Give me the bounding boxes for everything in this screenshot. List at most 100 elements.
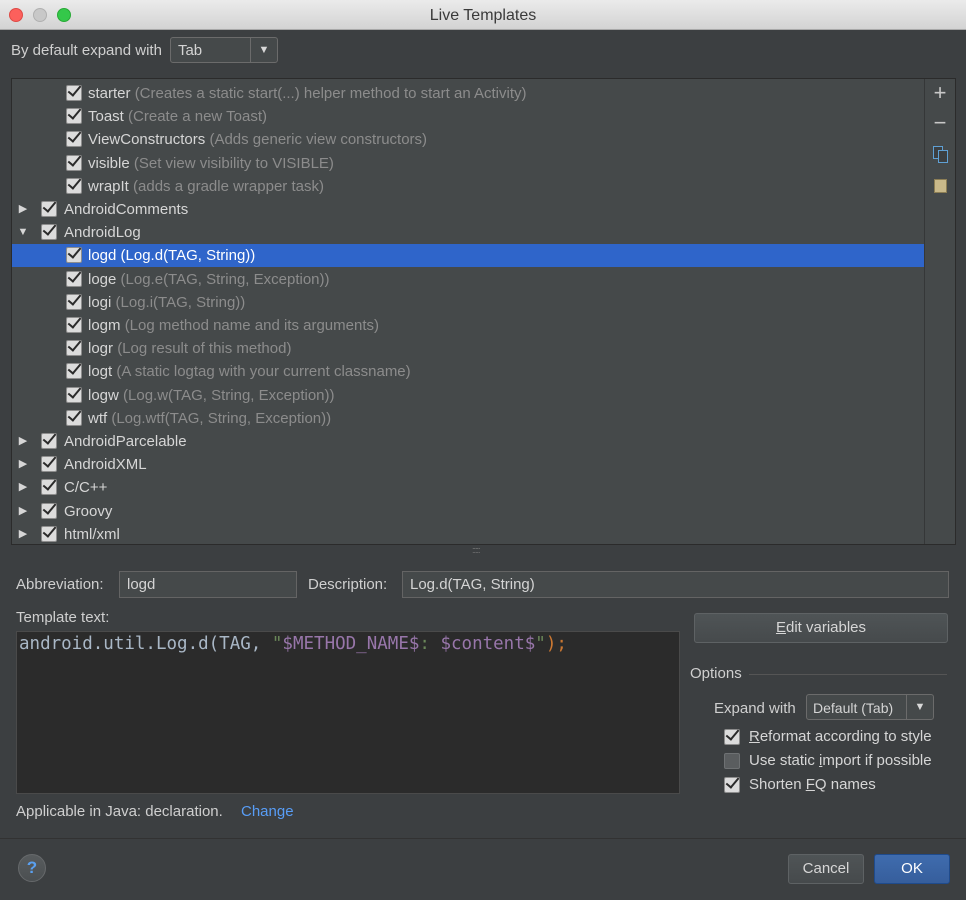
template-checkbox[interactable] (66, 85, 82, 101)
template-name: logw (Log.w(TAG, String, Exception)) (88, 384, 335, 407)
template-item[interactable]: wtf (Log.wtf(TAG, String, Exception)) (12, 407, 924, 430)
template-checkbox[interactable] (41, 224, 57, 241)
expand-arrow-icon[interactable]: ▶ (16, 198, 30, 221)
applicable-context-text: Applicable in Java: declaration. (16, 803, 223, 820)
template-checkbox[interactable] (41, 433, 57, 449)
template-group-icon[interactable] (930, 176, 950, 196)
template-name: Groovy (64, 500, 112, 523)
expand-with-select[interactable]: Default (Tab) ▼ (806, 694, 934, 720)
add-icon[interactable]: + (930, 82, 950, 104)
options-title: Options (690, 665, 742, 682)
template-checkbox[interactable] (66, 154, 82, 171)
template-checkbox[interactable] (41, 479, 57, 496)
template-item[interactable]: logi (Log.i(TAG, String)) (12, 291, 924, 314)
chevron-down-icon: ▼ (906, 695, 933, 719)
shorten-fq-label: Shorten FQ names (749, 775, 876, 795)
cancel-button[interactable]: Cancel (788, 854, 864, 884)
template-checkbox[interactable] (66, 340, 82, 357)
expand-arrow-icon[interactable]: ▶ (16, 500, 30, 523)
template-checkbox[interactable] (66, 386, 82, 403)
remove-icon[interactable]: − (930, 112, 950, 134)
reformat-check-icon[interactable] (724, 729, 740, 745)
template-checkbox[interactable] (66, 131, 82, 148)
template-name-text: html/xml (64, 525, 120, 543)
default-expand-select[interactable]: Tab ▼ (169, 37, 278, 63)
templates-tree[interactable]: starter (Creates a static start(...) hel… (12, 79, 924, 544)
template-checkbox[interactable] (66, 247, 82, 264)
template-checkbox[interactable] (41, 502, 57, 519)
template-name-text: logt (88, 363, 113, 381)
shorten-fq-check-icon[interactable] (724, 777, 740, 793)
static-import-text-before: Use static (749, 752, 820, 769)
reformat-text: eformat according to style (759, 728, 932, 745)
template-name: AndroidXML (64, 453, 147, 476)
expand-arrow-icon[interactable]: ▶ (16, 430, 30, 453)
template-checkbox[interactable] (66, 409, 82, 426)
template-checkbox[interactable] (66, 108, 82, 125)
template-checkbox[interactable] (41, 201, 57, 217)
template-name-text: wtf (88, 409, 108, 427)
template-item[interactable]: ViewConstructors (Adds generic view cons… (12, 128, 924, 151)
template-group[interactable]: ▶ html/xml (12, 523, 924, 544)
copy-icon[interactable] (930, 145, 950, 165)
template-group[interactable]: ▶ AndroidParcelable (12, 430, 924, 453)
chevron-down-icon: ▼ (249, 38, 277, 62)
description-label: Description: (308, 576, 388, 593)
template-name-text: Toast (88, 108, 124, 126)
template-checkbox[interactable] (66, 363, 82, 380)
template-name: logi (Log.i(TAG, String)) (88, 291, 245, 314)
template-name: logr (Log result of this method) (88, 337, 291, 360)
collapse-arrow-icon[interactable]: ▼ (16, 221, 30, 244)
options-divider (749, 674, 947, 675)
template-checkbox[interactable] (41, 525, 57, 542)
template-description: (Adds generic view constructors) (209, 131, 428, 149)
template-item[interactable]: starter (Creates a static start(...) hel… (12, 82, 924, 105)
template-item[interactable]: logd (Log.d(TAG, String)) (12, 244, 924, 268)
template-item[interactable]: logr (Log result of this method) (12, 337, 924, 360)
code-quote-open: " (271, 634, 283, 654)
splitter-handle-icon[interactable]: ::::: (472, 545, 480, 555)
description-field[interactable]: Log.d(TAG, String) (402, 571, 949, 598)
edit-variables-button[interactable]: Edit variables (694, 613, 948, 643)
static-import-label: Use static import if possible (749, 751, 932, 771)
expand-arrow-icon[interactable]: ▶ (16, 453, 30, 476)
template-checkbox[interactable] (66, 177, 82, 194)
code-variable-method-name: $METHOD_NAME$ (282, 634, 420, 654)
template-text-editor[interactable]: android.util.Log.d(TAG, "$METHOD_NAME$: … (16, 631, 680, 794)
template-name-text: visible (88, 154, 130, 172)
template-group[interactable]: ▶ Groovy (12, 500, 924, 523)
template-checkbox[interactable] (66, 293, 82, 310)
abbreviation-field[interactable]: logd (119, 571, 297, 598)
static-import-check-icon[interactable] (724, 753, 740, 769)
template-group[interactable]: ▶ AndroidXML (12, 453, 924, 476)
template-name: ViewConstructors (Adds generic view cons… (88, 128, 427, 151)
template-item[interactable]: Toast (Create a new Toast) (12, 105, 924, 128)
help-icon[interactable]: ? (18, 854, 46, 882)
template-name: html/xml (64, 523, 120, 544)
ok-button[interactable]: OK (874, 854, 950, 884)
template-name-text: loge (88, 270, 117, 288)
template-item[interactable]: wrapIt (adds a gradle wrapper task) (12, 175, 924, 198)
change-context-link[interactable]: Change (241, 803, 294, 820)
template-item[interactable]: logw (Log.w(TAG, String, Exception)) (12, 384, 924, 407)
code-call: android.util.Log.d(TAG, (19, 634, 272, 654)
template-checkbox[interactable] (66, 317, 82, 333)
template-name: wrapIt (adds a gradle wrapper task) (88, 175, 324, 198)
title-bar: Live Templates (0, 0, 966, 30)
template-group[interactable]: ▼ AndroidLog (12, 221, 924, 244)
template-item[interactable]: logt (A static logtag with your current … (12, 360, 924, 383)
expand-arrow-icon[interactable]: ▶ (16, 476, 30, 499)
template-item[interactable]: visible (Set view visibility to VISIBLE) (12, 152, 924, 175)
template-description: (A static logtag with your current class… (116, 363, 411, 381)
template-checkbox[interactable] (66, 270, 82, 287)
template-name-text: logi (88, 293, 112, 311)
template-description: (Log.wtf(TAG, String, Exception)) (111, 409, 332, 427)
template-group[interactable]: ▶ AndroidComments (12, 198, 924, 221)
template-item[interactable]: loge (Log.e(TAG, String, Exception)) (12, 268, 924, 291)
expand-arrow-icon[interactable]: ▶ (16, 523, 30, 544)
template-description: (Create a new Toast) (128, 108, 267, 126)
template-checkbox[interactable] (41, 456, 57, 473)
template-item[interactable]: logm (Log method name and its arguments) (12, 314, 924, 337)
template-description: (Log.i(TAG, String)) (115, 293, 246, 311)
template-group[interactable]: ▶ C/C++ (12, 476, 924, 499)
